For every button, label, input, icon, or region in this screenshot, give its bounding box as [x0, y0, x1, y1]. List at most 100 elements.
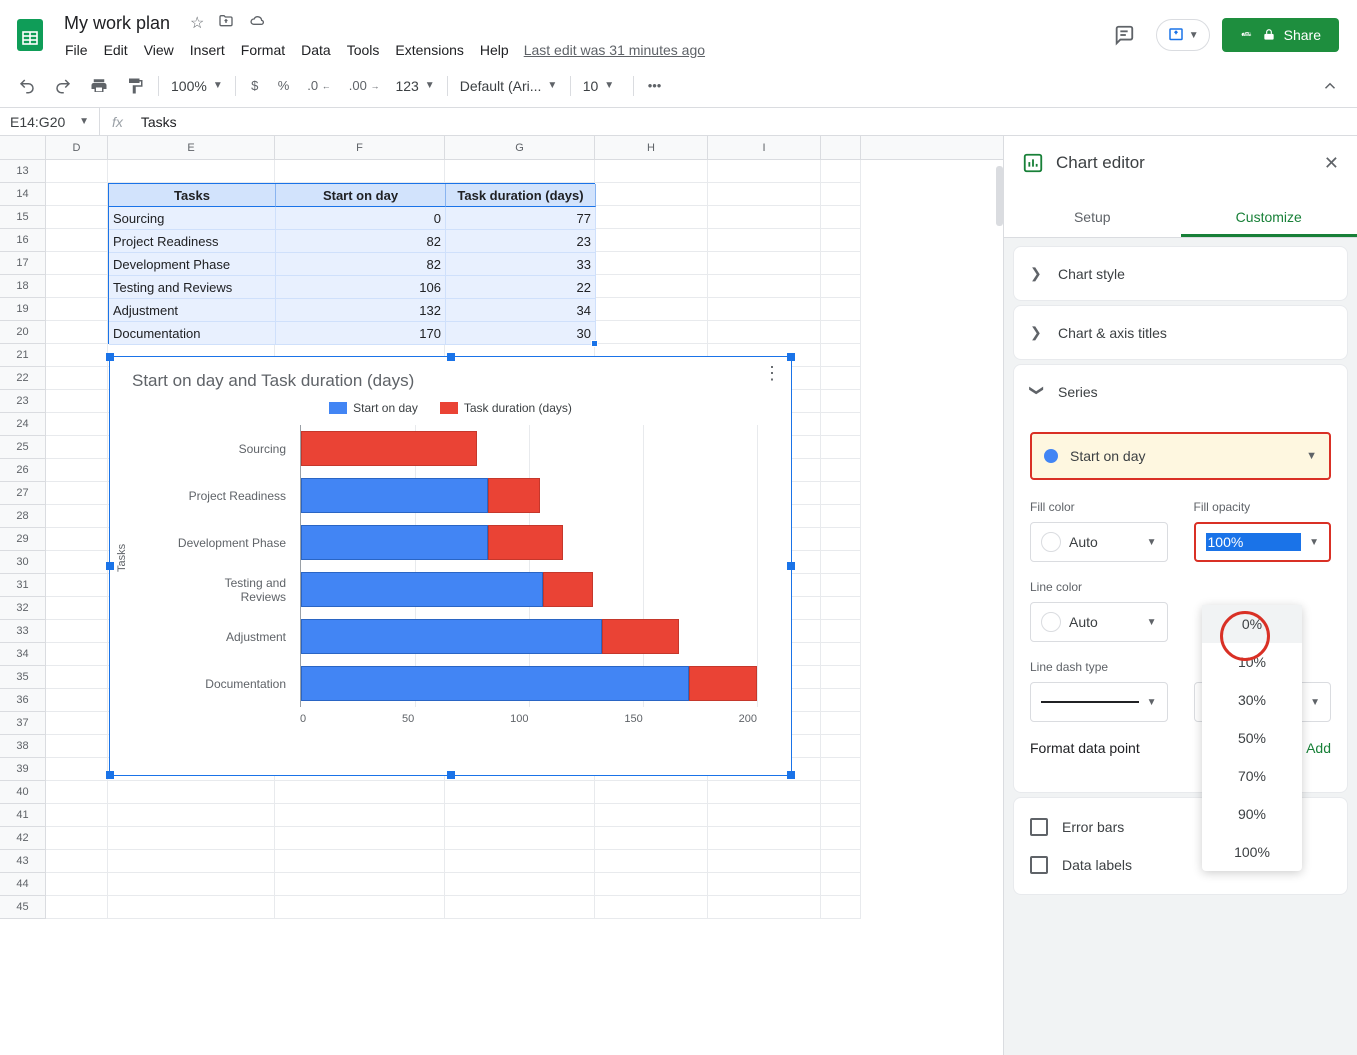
row-header[interactable]: 20	[0, 321, 45, 344]
row-header[interactable]: 44	[0, 873, 45, 896]
cloud-icon[interactable]	[248, 13, 266, 34]
fill-opacity-picker[interactable]: 100%▼	[1194, 522, 1332, 562]
percent-button[interactable]: %	[270, 72, 298, 100]
star-icon[interactable]: ☆	[190, 13, 204, 33]
selected-range[interactable]: TasksStart on dayTask duration (days)Sou…	[108, 183, 595, 344]
row-header[interactable]: 18	[0, 275, 45, 298]
row-header[interactable]: 19	[0, 298, 45, 321]
collapse-toolbar-button[interactable]	[1313, 72, 1347, 100]
col-header[interactable]: H	[595, 136, 708, 159]
row-header[interactable]: 31	[0, 574, 45, 597]
row-header[interactable]: 29	[0, 528, 45, 551]
col-header[interactable]: E	[108, 136, 275, 159]
menu-edit[interactable]: Edit	[97, 38, 135, 62]
currency-button[interactable]: $	[242, 72, 268, 100]
move-icon[interactable]	[218, 13, 234, 34]
opacity-option[interactable]: 10%	[1202, 643, 1302, 681]
menu-insert[interactable]: Insert	[183, 38, 232, 62]
menu-help[interactable]: Help	[473, 38, 516, 62]
doc-title[interactable]: My work plan	[58, 11, 176, 36]
add-data-point-button[interactable]: Add	[1306, 740, 1331, 756]
chart-editor-sidebar: Chart editor ✕ Setup Customize ❯Chart st…	[1003, 136, 1357, 1055]
menu-tools[interactable]: Tools	[340, 38, 387, 62]
row-header[interactable]: 37	[0, 712, 45, 735]
section-chart-style[interactable]: ❯Chart style	[1013, 246, 1348, 301]
format-select[interactable]: 123▼	[389, 74, 440, 98]
row-header[interactable]: 26	[0, 459, 45, 482]
opacity-option[interactable]: 30%	[1202, 681, 1302, 719]
menu-view[interactable]: View	[137, 38, 181, 62]
menu-data[interactable]: Data	[294, 38, 338, 62]
col-header[interactable]: D	[46, 136, 108, 159]
last-edit[interactable]: Last edit was 31 minutes ago	[524, 42, 705, 58]
row-header[interactable]: 36	[0, 689, 45, 712]
row-header[interactable]: 42	[0, 827, 45, 850]
row-header[interactable]: 23	[0, 390, 45, 413]
opacity-option[interactable]: 70%	[1202, 757, 1302, 795]
zoom-select[interactable]: 100%▼	[165, 74, 229, 98]
row-header[interactable]: 24	[0, 413, 45, 436]
decrease-decimal-button[interactable]: .0 ←	[299, 72, 338, 100]
row-header[interactable]: 38	[0, 735, 45, 758]
line-color-picker[interactable]: Auto▼	[1030, 602, 1168, 642]
col-header[interactable]: F	[275, 136, 445, 159]
chart-menu-button[interactable]: ⋮	[763, 363, 781, 384]
sheets-logo[interactable]	[10, 15, 50, 55]
more-button[interactable]: •••	[640, 72, 670, 100]
row-header[interactable]: 34	[0, 643, 45, 666]
undo-button[interactable]	[10, 72, 44, 100]
row-header[interactable]: 30	[0, 551, 45, 574]
comments-icon[interactable]	[1104, 15, 1144, 55]
row-header[interactable]: 32	[0, 597, 45, 620]
row-header[interactable]: 13	[0, 160, 45, 183]
present-button[interactable]: ▼	[1156, 19, 1210, 51]
font-size-select[interactable]: 10▼	[577, 74, 627, 98]
row-header[interactable]: 14	[0, 183, 45, 206]
opacity-option[interactable]: 50%	[1202, 719, 1302, 757]
row-header[interactable]: 35	[0, 666, 45, 689]
menu-format[interactable]: Format	[234, 38, 292, 62]
row-header[interactable]: 16	[0, 229, 45, 252]
row-header[interactable]: 28	[0, 505, 45, 528]
increase-decimal-button[interactable]: .00 →	[341, 72, 388, 100]
col-header[interactable]: G	[445, 136, 595, 159]
print-button[interactable]	[82, 72, 116, 100]
row-header[interactable]: 33	[0, 620, 45, 643]
close-sidebar-button[interactable]: ✕	[1324, 153, 1339, 174]
menu-file[interactable]: File	[58, 38, 95, 62]
select-all-corner[interactable]	[0, 136, 46, 160]
menu-extensions[interactable]: Extensions	[388, 38, 470, 62]
row-header[interactable]: 21	[0, 344, 45, 367]
paint-format-button[interactable]	[118, 72, 152, 100]
col-header[interactable]: I	[708, 136, 821, 159]
section-chart-axis-titles[interactable]: ❯Chart & axis titles	[1013, 305, 1348, 360]
row-header[interactable]: 45	[0, 896, 45, 919]
chart-title[interactable]: Start on day and Task duration (days)	[110, 357, 791, 401]
row-header[interactable]: 22	[0, 367, 45, 390]
font-select[interactable]: Default (Ari...▼	[454, 74, 564, 98]
row-header[interactable]: 40	[0, 781, 45, 804]
series-section-header[interactable]: ❯Series	[1014, 365, 1347, 418]
row-header[interactable]: 43	[0, 850, 45, 873]
row-header[interactable]: 17	[0, 252, 45, 275]
tab-customize[interactable]: Customize	[1181, 196, 1357, 237]
fill-color-picker[interactable]: Auto▼	[1030, 522, 1168, 562]
line-dash-picker[interactable]: ▼	[1030, 682, 1168, 722]
row-header[interactable]: 25	[0, 436, 45, 459]
tab-setup[interactable]: Setup	[1004, 196, 1181, 237]
opacity-option[interactable]: 90%	[1202, 795, 1302, 833]
chart-object[interactable]: ⋮Start on day and Task duration (days)St…	[109, 356, 792, 776]
row-header[interactable]: 15	[0, 206, 45, 229]
series-select[interactable]: Start on day ▼	[1030, 432, 1331, 480]
chart-legend[interactable]: Start on dayTask duration (days)	[110, 401, 791, 415]
sheet-area[interactable]: DEFGHI 131415161718192021222324252627282…	[0, 136, 1003, 1055]
opacity-option[interactable]: 0%	[1202, 605, 1302, 643]
row-header[interactable]: 27	[0, 482, 45, 505]
row-header[interactable]: 39	[0, 758, 45, 781]
row-header[interactable]: 41	[0, 804, 45, 827]
formula-input[interactable]: Tasks	[135, 114, 1357, 130]
name-box[interactable]: E14:G20▼	[0, 108, 100, 135]
redo-button[interactable]	[46, 72, 80, 100]
share-button[interactable]: Share	[1222, 18, 1339, 52]
opacity-option[interactable]: 100%	[1202, 833, 1302, 871]
